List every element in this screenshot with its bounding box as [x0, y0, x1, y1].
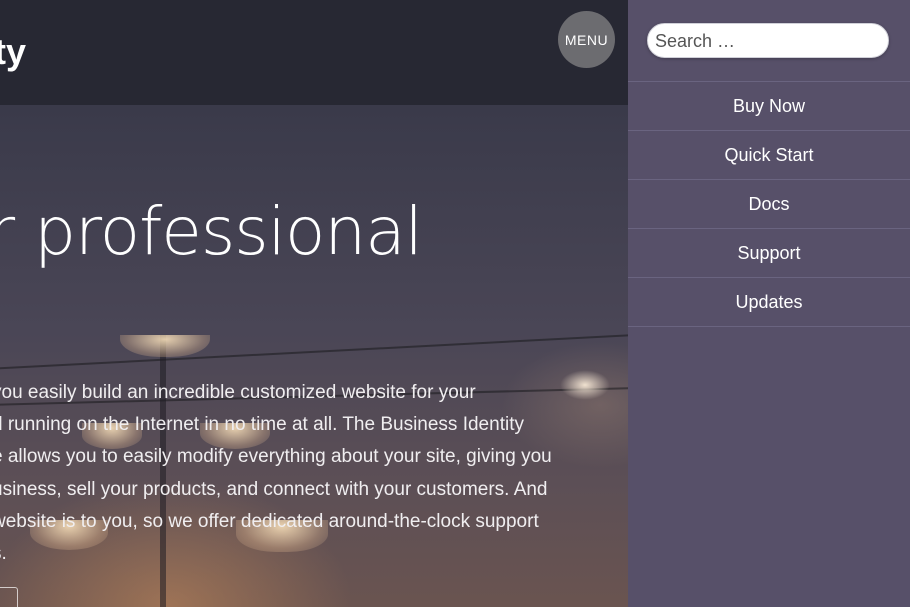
search-input[interactable]	[653, 28, 885, 55]
power-line	[0, 331, 628, 371]
hero-text-line: d running on the Internet in no time at …	[0, 414, 524, 436]
hero-text-line: you easily build an incredible customize…	[0, 382, 476, 403]
hero-section: r professional you easily build an incre…	[0, 105, 628, 607]
hero-text-line: s.	[0, 543, 7, 565]
menu-button[interactable]: MENU	[558, 11, 615, 68]
menu-item-quick-start[interactable]: Quick Start	[628, 130, 910, 179]
main-page: ty MENU r professional you easily build …	[0, 0, 628, 607]
menu-item-support[interactable]: Support	[628, 228, 910, 277]
street-lamp-light	[120, 335, 210, 357]
hero-description: you easily build an incredible customize…	[0, 377, 612, 570]
side-menu-panel: Buy Now Quick Start Docs Support Updates	[628, 0, 910, 607]
hero-cta-button[interactable]	[0, 587, 18, 607]
site-brand[interactable]: ty	[0, 30, 26, 74]
search-box	[647, 23, 889, 58]
menu-item-buy-now[interactable]: Buy Now	[628, 81, 910, 130]
top-bar: ty MENU	[0, 0, 628, 105]
hero-text-line: website is to you, so we offer dedicated…	[0, 510, 539, 532]
menu-item-docs[interactable]: Docs	[628, 179, 910, 228]
menu-item-updates[interactable]: Updates	[628, 277, 910, 327]
side-menu-nav: Buy Now Quick Start Docs Support Updates	[628, 81, 910, 327]
hero-text-line: usiness, sell your products, and connect…	[0, 478, 548, 500]
hero-text-line: e allows you to easily modify everything…	[0, 446, 552, 468]
hero-title: r professional	[0, 193, 423, 270]
